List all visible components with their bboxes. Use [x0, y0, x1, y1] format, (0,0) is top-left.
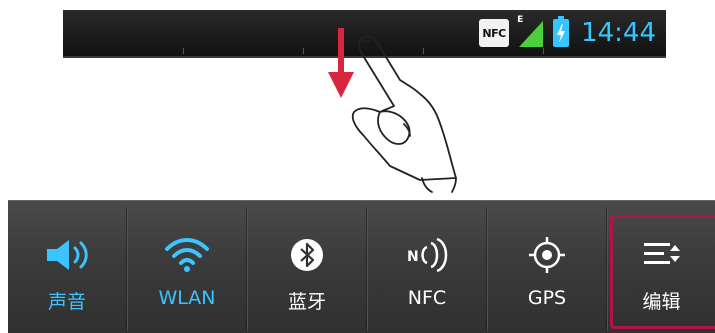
svg-text:N: N: [407, 249, 419, 265]
quick-settings-bar: 声音 WLAN 蓝牙 N NFC GPS 编辑: [8, 200, 715, 333]
quick-toggle-gps[interactable]: GPS: [488, 207, 606, 331]
screen: NFC E 14:44 声音 WLAN 蓝牙 N NFC GPS 编辑: [0, 0, 715, 333]
quick-toggle-label: NFC: [407, 287, 447, 309]
quick-toggle-label: GPS: [527, 287, 567, 309]
nfc-icon: N: [405, 235, 449, 275]
signal-strength-icon: E: [515, 15, 547, 49]
gps-icon: [528, 235, 566, 275]
clock: 14:44: [581, 18, 656, 48]
down-arrow-icon: [328, 28, 354, 98]
quick-toggle-label: WLAN: [158, 287, 216, 309]
swipe-down-gesture-illustration: [320, 28, 470, 193]
quick-toggle-sound[interactable]: 声音: [8, 207, 126, 331]
status-bar-divider: [303, 48, 304, 54]
quick-toggle-label: 声音: [47, 291, 86, 313]
bluetooth-icon: [290, 235, 324, 275]
quick-toggle-label: 蓝牙: [287, 291, 326, 313]
network-type-label: E: [517, 15, 524, 25]
quick-toggle-wlan[interactable]: WLAN: [128, 207, 246, 331]
nfc-status-icon: NFC: [479, 19, 510, 47]
volume-icon: [45, 235, 89, 275]
quick-toggle-nfc[interactable]: N NFC: [368, 207, 486, 331]
quick-toggle-bluetooth[interactable]: 蓝牙: [248, 207, 366, 331]
highlight-frame: [610, 215, 715, 329]
status-icons: NFC E 14:44: [479, 10, 656, 56]
wifi-icon: [164, 235, 210, 275]
battery-charging-icon: [553, 16, 570, 47]
status-bar-divider: [183, 48, 184, 54]
pointing-hand-icon: [351, 35, 457, 193]
